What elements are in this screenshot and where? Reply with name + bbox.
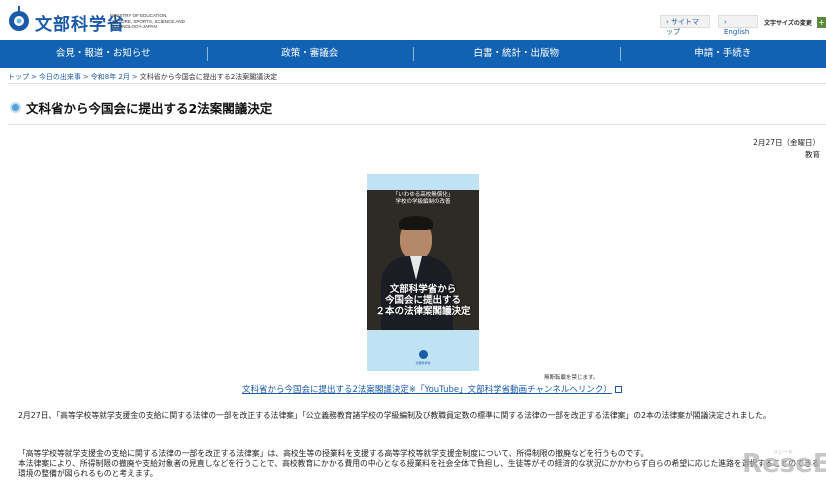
watermark-subtext: リシード bbox=[773, 450, 794, 456]
logo-subtitle: MINISTRY OF EDUCATION, CULTURE, SPORTS, … bbox=[110, 13, 185, 29]
video-top-text: 「いわゆる高校無償化」 学校の学級編制の改善 bbox=[367, 192, 479, 206]
video-caption-line: 今国会に提出する bbox=[384, 295, 461, 306]
site-header: 文部科学省 MINISTRY OF EDUCATION, CULTURE, SP… bbox=[0, 0, 826, 40]
breadcrumb-separator: > bbox=[82, 73, 89, 81]
global-nav: 会見・報道・お知らせ 政策・審議会 白書・統計・出版物 申請・手続き bbox=[0, 40, 826, 68]
chevron-right-icon: › bbox=[666, 18, 669, 26]
copyright-notice: 無断転載を禁じます。 bbox=[544, 375, 599, 381]
video-caption-line: 文部科学省から bbox=[389, 284, 457, 295]
english-label: English bbox=[724, 28, 750, 36]
nav-item-policy[interactable]: 政策・審議会 bbox=[206, 40, 414, 68]
title-bullet-icon bbox=[10, 101, 21, 113]
breadcrumb-separator: > bbox=[31, 73, 37, 81]
category-label: 教育 bbox=[805, 150, 820, 159]
english-link[interactable]: › English bbox=[718, 15, 758, 36]
body-paragraph-line: 「高等学校等就学支援金の支給に関する法律の一部を改正する法律案」は、高校生等の授… bbox=[18, 449, 649, 458]
nav-item-applications[interactable]: 申請・手続き bbox=[619, 40, 826, 68]
breadcrumb-top[interactable]: トップ bbox=[8, 73, 29, 81]
nav-item-press[interactable]: 会見・報道・お知らせ bbox=[0, 40, 207, 68]
body-paragraph-line: 本法律案により、所得制限の撤廃や支給対象者の見直しなどを行うことで、高校教育にか… bbox=[18, 459, 820, 478]
ministry-small-logo-icon bbox=[419, 350, 428, 359]
body-paragraph: 2月27日、「高等学校等就学支援金の支給に関する法律の一部を改正する法律案」「公… bbox=[18, 411, 771, 420]
video-caption: 文部科学省から 今国会に提出する ２本の法律案閣議決定 bbox=[367, 284, 479, 317]
publish-date: 2月27日（金曜日） bbox=[753, 138, 820, 147]
divider bbox=[8, 83, 826, 84]
breadcrumb-month[interactable]: 令和8年 2月 bbox=[91, 73, 130, 81]
video-top-line: 学校の学級編制の改善 bbox=[395, 199, 451, 205]
ministry-logo-icon[interactable] bbox=[7, 5, 31, 33]
sitemap-link[interactable]: › サイトマップ bbox=[660, 15, 710, 36]
breadcrumb-current: 文科省から今国会に提出する2法案閣議決定 bbox=[139, 73, 278, 81]
video-thumbnail[interactable]: 「いわゆる高校無償化」 学校の学級編制の改善 文部科学省から 今国会に提出する … bbox=[367, 174, 479, 371]
page-title-block: 文科省から今国会に提出する2法案閣議決定 bbox=[10, 96, 272, 118]
video-top-line: 「いわゆる高校無償化」 bbox=[392, 192, 454, 198]
divider bbox=[8, 124, 826, 125]
video-logo-text: 文部科学省 bbox=[415, 361, 431, 365]
nav-item-publications[interactable]: 白書・統計・出版物 bbox=[413, 40, 620, 68]
breadcrumb-separator: > bbox=[131, 73, 138, 81]
page-title: 文科省から今国会に提出する2法案閣議決定 bbox=[26, 100, 273, 116]
breadcrumb-today[interactable]: 今日の出来事 bbox=[39, 73, 81, 81]
chevron-right-icon: › bbox=[724, 18, 727, 26]
video-caption-line: ２本の法律案閣議決定 bbox=[375, 306, 471, 317]
body-paragraph: 「高等学校等就学支援金の支給に関する法律の一部を改正する法律案」は、高校生等の授… bbox=[18, 449, 824, 479]
font-size-label: 文字サイズの変更 bbox=[764, 20, 812, 27]
external-link-icon bbox=[614, 386, 622, 393]
youtube-video-link[interactable]: 文科省から今国会に提出する2法案閣議決定※「YouTube」文部科学省動画チャン… bbox=[242, 383, 622, 395]
date-block: 2月27日（金曜日） 教育 bbox=[753, 137, 820, 161]
breadcrumb: トップ > 今日の出来事 > 令和8年 2月 > 文科省から今国会に提出する2法案閣議決定 bbox=[8, 72, 277, 82]
font-size-increase-button[interactable]: + bbox=[817, 17, 826, 28]
sitemap-label: サイトマップ bbox=[666, 18, 700, 36]
youtube-video-link-text: 文科省から今国会に提出する2法案閣議決定※「YouTube」文部科学省動画チャン… bbox=[242, 385, 612, 395]
person-hair bbox=[399, 216, 433, 230]
